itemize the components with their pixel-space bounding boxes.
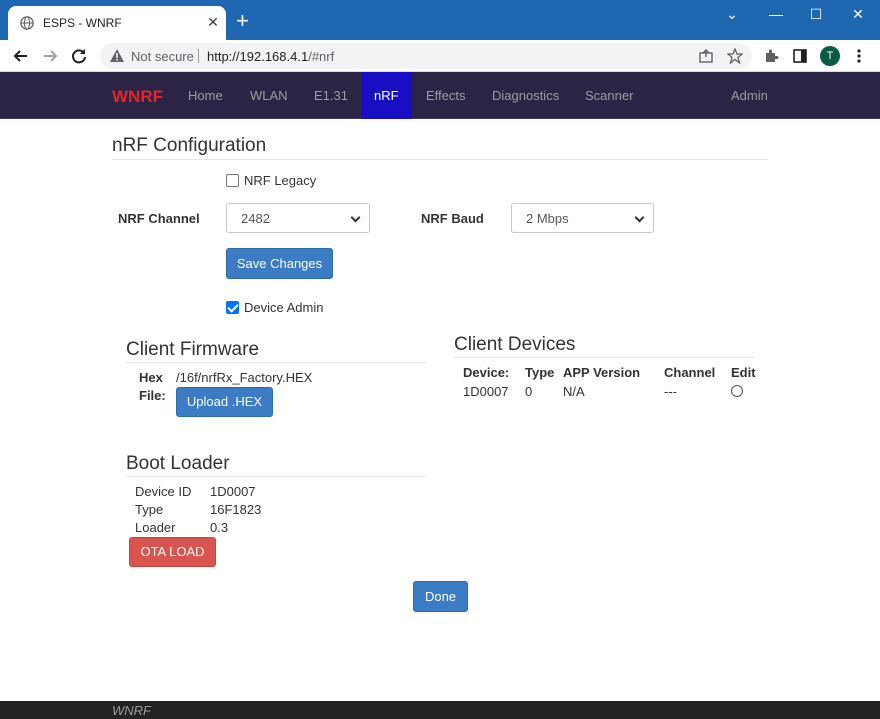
boot-device-id-label: Device ID: [135, 484, 192, 499]
device-edit-radio[interactable]: [731, 385, 743, 397]
devices-col-type: Type: [525, 365, 555, 380]
save-changes-button[interactable]: Save Changes: [226, 248, 333, 279]
device-app-version-cell: N/A: [563, 384, 585, 399]
url-text[interactable]: http://192.168.4.1/#nrf: [207, 49, 334, 64]
device-admin-label: Device Admin: [244, 300, 324, 315]
nrf-legacy-label: NRF Legacy: [244, 173, 317, 188]
nav-e131[interactable]: E1.31: [314, 88, 348, 103]
side-panel-icon[interactable]: [792, 48, 808, 64]
nav-effects[interactable]: Effects: [426, 88, 466, 103]
device-admin-checkbox[interactable]: [226, 301, 239, 314]
device-id-cell: 1D0007: [463, 384, 509, 399]
nrf-channel-select[interactable]: 2482: [226, 203, 370, 233]
bookmark-star-icon[interactable]: [727, 48, 743, 64]
boot-loader-version-value: 0.3: [210, 520, 229, 535]
share-icon[interactable]: [698, 48, 714, 64]
back-arrow-icon[interactable]: [10, 45, 32, 67]
title-divider: [112, 159, 768, 160]
minimize-button[interactable]: —: [766, 4, 786, 24]
browser-titlebar: ESPS - WNRF ✕ + ⌄ — ☐ ✕: [0, 0, 880, 40]
address-separator: [198, 49, 199, 63]
devices-col-device: Device:: [463, 365, 510, 380]
nrf-baud-select[interactable]: 2 Mbps: [511, 203, 654, 233]
globe-icon: [20, 16, 34, 30]
warning-icon[interactable]: [109, 48, 125, 64]
client-devices-heading: Client Devices: [454, 334, 576, 355]
client-devices-divider: [454, 357, 755, 358]
browser-tab[interactable]: ESPS - WNRF ✕: [8, 6, 226, 40]
ota-load-button[interactable]: OTA LOAD: [129, 537, 216, 567]
tab-search-icon[interactable]: ⌄: [722, 4, 742, 24]
extensions-puzzle-icon[interactable]: [763, 48, 779, 64]
address-bar[interactable]: Not secure http://192.168.4.1/#nrf: [100, 43, 752, 69]
forward-arrow-icon[interactable]: [39, 45, 61, 67]
upload-hex-button[interactable]: Upload .HEX: [176, 387, 273, 417]
client-firmware-divider: [126, 362, 426, 363]
device-type-cell: 0: [525, 384, 533, 399]
kebab-menu-icon[interactable]: [851, 48, 867, 64]
hex-file-label-line1: Hex: [139, 370, 163, 385]
boot-device-id-value: 1D0007: [210, 484, 256, 499]
tab-title: ESPS - WNRF: [43, 16, 122, 30]
close-window-button[interactable]: ✕: [848, 4, 868, 24]
nav-scanner[interactable]: Scanner: [585, 88, 633, 103]
client-firmware-heading: Client Firmware: [126, 339, 260, 360]
boot-loader-version-label: Loader: [135, 520, 176, 535]
boot-type-value: 16F1823: [210, 502, 262, 517]
tab-close-icon[interactable]: ✕: [204, 13, 222, 31]
chevron-down-icon: [634, 212, 645, 223]
hex-file-label-line2: File:: [139, 388, 166, 403]
boot-loader-heading: Boot Loader: [126, 453, 230, 474]
done-button[interactable]: Done: [413, 581, 468, 612]
devices-col-app-version: APP Version: [563, 365, 641, 380]
nrf-channel-value: 2482: [241, 211, 270, 226]
nav-wlan[interactable]: WLAN: [250, 88, 288, 103]
profile-avatar[interactable]: T: [820, 46, 840, 66]
nav-diagnostics[interactable]: Diagnostics: [492, 88, 559, 103]
new-tab-button[interactable]: +: [236, 10, 249, 32]
maximize-button[interactable]: ☐: [806, 4, 826, 24]
chevron-down-icon: [350, 212, 361, 223]
hex-file-path: /16f/nrfRx_Factory.HEX: [176, 370, 313, 385]
reload-icon[interactable]: [68, 45, 90, 67]
footer-brand: WNRF: [112, 703, 151, 718]
device-channel-cell: ---: [664, 384, 677, 399]
nav-admin[interactable]: Admin: [731, 88, 768, 103]
boot-loader-divider: [126, 476, 426, 477]
nrf-channel-label: NRF Channel: [118, 211, 200, 226]
nrf-baud-label: NRF Baud: [421, 211, 484, 226]
brand-logo[interactable]: WNRF: [112, 87, 163, 107]
browser-toolbar: Not secure http://192.168.4.1/#nrf T: [0, 40, 880, 72]
site-navbar: WNRF Home WLAN E1.31 nRF Effects Diagnos…: [0, 72, 880, 119]
devices-col-edit: Edit: [731, 365, 756, 380]
security-label[interactable]: Not secure: [131, 49, 194, 64]
nrf-legacy-checkbox[interactable]: [226, 174, 239, 187]
nav-home[interactable]: Home: [188, 88, 223, 103]
nrf-baud-value: 2 Mbps: [526, 211, 569, 226]
devices-col-channel: Channel: [664, 365, 716, 380]
url-host: http://192.168.4.1: [207, 49, 309, 64]
nav-nrf[interactable]: nRF: [361, 72, 412, 119]
url-path: /#nrf: [308, 49, 335, 64]
page-title: nRF Configuration: [112, 135, 267, 156]
page-footer: WNRF: [0, 701, 880, 719]
boot-type-label: Type: [135, 502, 164, 517]
